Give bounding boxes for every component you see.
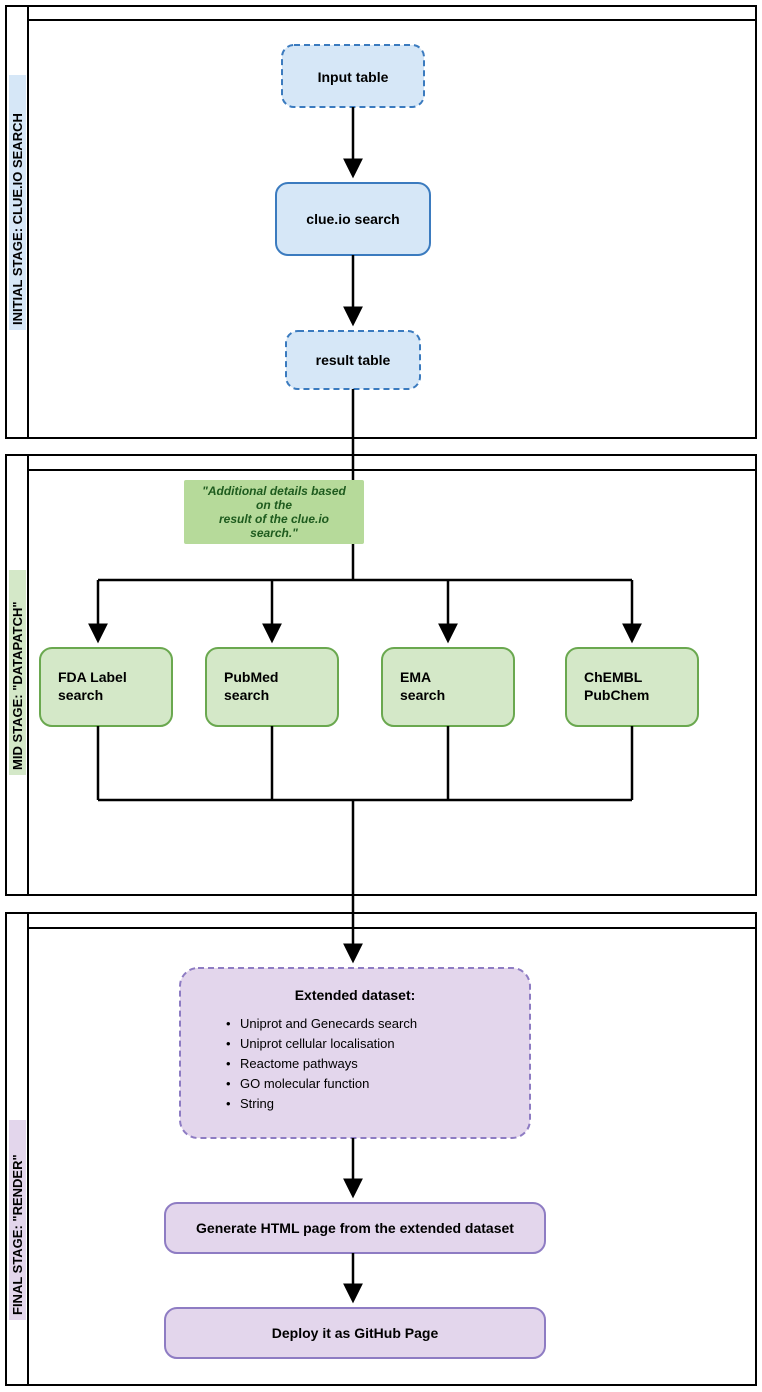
node-fda: FDA Label search — [40, 648, 172, 726]
svg-text:•: • — [226, 1096, 231, 1111]
svg-text:search: search — [400, 687, 445, 703]
flow-diagram: INITIAL STAGE: CLUE.IO SEARCH MID STAGE:… — [0, 0, 762, 1392]
svg-text:search.": search." — [250, 526, 298, 540]
node-clue-search: clue.io search — [276, 183, 430, 255]
node-extended-dataset: Extended dataset: • Uniprot and Genecard… — [180, 968, 530, 1138]
svg-text:•: • — [226, 1036, 231, 1051]
svg-text:Generate HTML page from the ex: Generate HTML page from the extended dat… — [196, 1220, 514, 1236]
svg-text:MID STAGE: "DATAPATCH": MID STAGE: "DATAPATCH" — [10, 601, 25, 770]
svg-text:ChEMBL: ChEMBL — [584, 669, 643, 685]
stage-label-mid: MID STAGE: "DATAPATCH" — [9, 570, 26, 775]
node-result-table: result table — [286, 331, 420, 389]
svg-text:•: • — [226, 1076, 231, 1091]
svg-text:GO molecular function: GO molecular function — [240, 1076, 369, 1091]
svg-text:Extended dataset:: Extended dataset: — [295, 987, 416, 1003]
stage-label-final: FINAL STAGE: "RENDER" — [9, 1120, 26, 1320]
stage-label-initial: INITIAL STAGE: CLUE.IO SEARCH — [9, 75, 26, 330]
svg-text:Uniprot and Genecards search: Uniprot and Genecards search — [240, 1016, 417, 1031]
svg-text:Reactome pathways: Reactome pathways — [240, 1056, 358, 1071]
node-pubmed: PubMed search — [206, 648, 338, 726]
svg-text:•: • — [226, 1016, 231, 1031]
note-additional-details: "Additional details based on the result … — [184, 480, 364, 544]
svg-text:FDA Label: FDA Label — [58, 669, 127, 685]
svg-text:clue.io search: clue.io search — [306, 211, 399, 227]
svg-text:Deploy it as GitHub Page: Deploy it as GitHub Page — [272, 1325, 439, 1341]
svg-text:PubMed: PubMed — [224, 669, 278, 685]
svg-text:Uniprot cellular localisation: Uniprot cellular localisation — [240, 1036, 395, 1051]
svg-text:PubChem: PubChem — [584, 687, 649, 703]
svg-text:"Additional details based: "Additional details based — [202, 484, 346, 498]
svg-text:result table: result table — [316, 352, 391, 368]
svg-text:on the: on the — [256, 498, 292, 512]
svg-text:search: search — [224, 687, 269, 703]
node-chembl: ChEMBL PubChem — [566, 648, 698, 726]
svg-text:String: String — [240, 1096, 274, 1111]
svg-text:INITIAL STAGE: CLUE.IO SEARCH: INITIAL STAGE: CLUE.IO SEARCH — [10, 113, 25, 325]
svg-text:Input table: Input table — [318, 69, 389, 85]
node-ema: EMA search — [382, 648, 514, 726]
svg-text:•: • — [226, 1056, 231, 1071]
node-generate-html: Generate HTML page from the extended dat… — [165, 1203, 545, 1253]
node-input-table: Input table — [282, 45, 424, 107]
svg-text:search: search — [58, 687, 103, 703]
svg-text:result of the clue.io: result of the clue.io — [219, 512, 329, 526]
node-deploy-github: Deploy it as GitHub Page — [165, 1308, 545, 1358]
svg-text:FINAL STAGE: "RENDER": FINAL STAGE: "RENDER" — [10, 1154, 25, 1315]
svg-text:EMA: EMA — [400, 669, 431, 685]
